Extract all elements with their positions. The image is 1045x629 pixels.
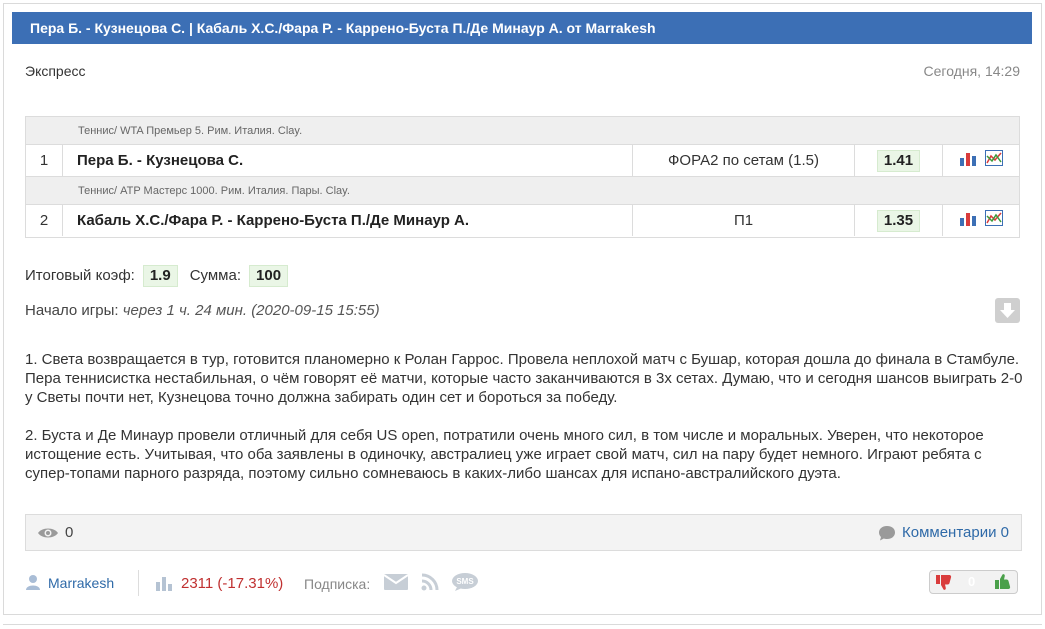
user-icon [25,574,41,593]
event-icons [943,205,1019,236]
description-paragraph: 1. Света возвращается в тур, готовится п… [25,351,1023,406]
bar-chart-icon [155,575,173,594]
divider [138,570,139,596]
event-row: 1 Пера Б. - Кузнецова С. ФОРА2 по сетам … [26,145,1019,177]
event-odds: 1.35 [876,210,921,232]
event-category: Теннис/ WTA Премьер 5. Рим. Италия. Clay… [26,117,1019,145]
bar-chart-icon[interactable] [959,206,977,237]
event-name: Кабаль Х.С./Фара Р. - Каррено-Буста П./Д… [63,205,633,236]
event-odds: 1.41 [876,150,921,172]
eye-icon [37,526,59,545]
arrow-down-icon[interactable] [995,298,1020,323]
events-table: Теннис/ WTA Премьер 5. Рим. Италия. Clay… [25,116,1020,238]
game-start: Начало игры: через 1 ч. 24 мин. (2020-09… [25,302,380,319]
event-bet: ФОРА2 по сетам (1.5) [633,145,855,176]
email-icon[interactable] [383,572,409,595]
profit-value: 2311 (-17.31%) [181,575,284,592]
next-card-edge [3,624,1042,629]
thumbs-up-icon[interactable] [994,573,1012,593]
stats-bar: 0 Комментарии 0 [25,514,1022,551]
comment-icon[interactable] [878,525,896,546]
bet-footer: Marrakesh 2311 (-17.31%) Подписка: SMS 0 [25,570,1022,598]
rating-widget: 0 [929,570,1018,594]
bar-chart-icon[interactable] [959,146,977,177]
event-category: Теннис/ ATP Мастерс 1000. Рим. Италия. П… [26,177,1019,205]
svg-text:SMS: SMS [456,577,474,586]
thumbs-down-icon[interactable] [935,574,953,594]
sum-value: 100 [249,265,289,287]
bet-type: Экспресс [25,63,86,79]
sum-label: Сумма: [189,267,242,284]
event-bet: П1 [633,205,855,236]
event-row: 2 Кабаль Х.С./Фара Р. - Каррено-Буста П.… [26,205,1019,237]
event-name: Пера Б. - Кузнецова С. [63,145,633,176]
rating-value: 0 [968,574,976,589]
event-odds-cell: 1.41 [855,145,943,176]
bet-date: Сегодня, 14:29 [923,63,1020,79]
subscribe-label: Подписка: [304,576,371,592]
event-number: 2 [26,205,63,236]
event-number: 1 [26,145,63,176]
event-icons [943,145,1019,176]
rss-icon[interactable] [420,572,440,595]
author-link[interactable]: Marrakesh [48,575,114,591]
description-paragraph: 2. Буста и Де Минаур провели отличный дл… [25,427,984,482]
comments-link[interactable]: Комментарии 0 [902,524,1009,541]
game-start-label: Начало игры: [25,302,119,319]
event-odds-cell: 1.35 [855,205,943,236]
bet-title[interactable]: Пера Б. - Кузнецова С. | Кабаль Х.С./Фар… [12,12,1032,44]
total-coef-label: Итоговый коэф: [25,267,135,284]
views-count: 0 [65,524,74,541]
sms-icon[interactable]: SMS [451,572,479,595]
bet-description: 1. Света возвращается в тур, готовится п… [25,350,1023,502]
game-start-time: через 1 ч. 24 мин. (2020-09-15 15:55) [122,302,380,319]
total-coef-value: 1.9 [142,265,178,287]
bet-totals: Итоговый коэф: 1.9 Сумма: 100 [25,264,300,288]
stats-chart-icon[interactable] [985,206,1004,237]
stats-chart-icon[interactable] [985,146,1004,177]
